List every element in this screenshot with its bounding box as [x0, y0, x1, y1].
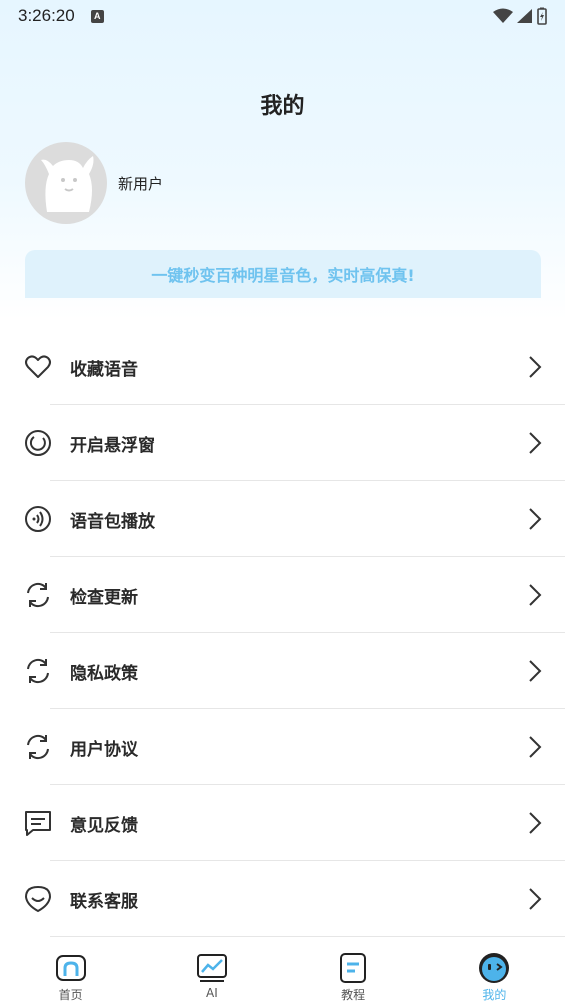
wifi-icon: [493, 8, 513, 23]
ai-chart-icon: [196, 952, 228, 984]
menu-item-voice-pack-play[interactable]: 语音包播放: [0, 481, 565, 557]
refresh-icon: [24, 657, 52, 685]
menu-item-label: 收藏语音: [70, 359, 138, 380]
battery-icon: [537, 7, 547, 25]
status-bar: 3:26:20 A: [0, 0, 565, 32]
settings-menu: 收藏语音 开启悬浮窗 语音包播放 检查更新 隐私政策 用户协议 意见反馈 联系客…: [0, 329, 565, 937]
menu-item-label: 隐私政策: [70, 663, 138, 684]
status-time: 3:26:20: [18, 6, 75, 25]
username: 新用户: [118, 174, 164, 193]
signal-icon: [517, 9, 532, 23]
chevron-right-icon: [529, 508, 542, 530]
chevron-right-icon: [529, 660, 542, 682]
smile-icon: [24, 885, 52, 913]
chevron-right-icon: [529, 432, 542, 454]
status-indicators: [493, 7, 547, 25]
tutorial-icon: [337, 952, 369, 984]
tab-tutorial[interactable]: 教程: [283, 940, 424, 1004]
menu-item-label: 开启悬浮窗: [70, 435, 155, 456]
refresh-icon: [24, 581, 52, 609]
menu-item-label: 检查更新: [70, 587, 138, 608]
tab-home[interactable]: 首页: [0, 940, 141, 1004]
menu-item-label: 意见反馈: [70, 815, 138, 836]
ghost-avatar-icon: [41, 156, 94, 212]
chevron-right-icon: [529, 584, 542, 606]
tab-label: 教程: [341, 988, 366, 1002]
bottom-tab-bar: 首页 AI 教程 我的: [0, 940, 565, 1004]
chevron-right-icon: [529, 736, 542, 758]
chevron-right-icon: [529, 812, 542, 834]
menu-item-float-window[interactable]: 开启悬浮窗: [0, 405, 565, 481]
menu-item-feedback[interactable]: 意见反馈: [0, 785, 565, 861]
menu-item-customer-service[interactable]: 联系客服: [0, 861, 565, 937]
audio-play-icon: [24, 505, 52, 533]
menu-item-user-agreement[interactable]: 用户协议: [0, 709, 565, 785]
home-icon: [55, 952, 87, 984]
tab-label: 首页: [58, 988, 83, 1002]
menu-item-privacy-policy[interactable]: 隐私政策: [0, 633, 565, 709]
heart-icon: [24, 353, 52, 381]
tab-ai[interactable]: AI: [141, 940, 282, 1004]
tab-mine[interactable]: 我的: [424, 940, 565, 1004]
menu-item-check-update[interactable]: 检查更新: [0, 557, 565, 633]
notification-badge-icon: A: [90, 9, 104, 23]
menu-item-label: 用户协议: [70, 739, 138, 760]
chevron-right-icon: [529, 356, 542, 378]
float-window-icon: [24, 429, 52, 457]
divider: [50, 936, 565, 937]
mine-face-icon: [478, 952, 510, 984]
refresh-icon: [24, 733, 52, 761]
profile-section[interactable]: 新用户: [25, 142, 163, 224]
promo-banner-text: 一键秒变百种明星音色，实时高保真!: [151, 266, 415, 285]
promo-banner[interactable]: 一键秒变百种明星音色，实时高保真!: [25, 250, 541, 298]
menu-item-favorites[interactable]: 收藏语音: [0, 329, 565, 405]
tab-label: 我的: [482, 988, 507, 1002]
chevron-right-icon: [529, 888, 542, 910]
avatar[interactable]: [25, 142, 107, 224]
tab-label: AI: [206, 986, 218, 1000]
page-title: 我的: [260, 94, 305, 119]
menu-item-label: 语音包播放: [70, 511, 155, 532]
message-icon: [24, 809, 52, 837]
menu-item-label: 联系客服: [70, 891, 138, 912]
